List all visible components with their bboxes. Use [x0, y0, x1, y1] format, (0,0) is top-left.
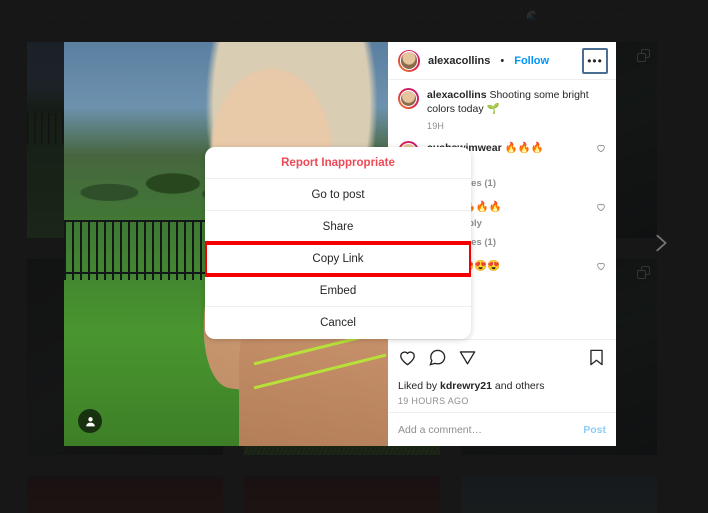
- sheet-item-report-inappropriate[interactable]: Report Inappropriate: [205, 147, 471, 179]
- next-post-arrow[interactable]: [650, 232, 672, 254]
- story-highlight-label: Alaska: [490, 11, 523, 23]
- comment-text: 🔥🔥🔥: [501, 142, 544, 155]
- save-icon[interactable]: [587, 348, 606, 372]
- likes-suffix: and others: [491, 380, 545, 392]
- sheet-item-cancel[interactable]: Cancel: [205, 307, 471, 339]
- person-icon: [85, 416, 95, 426]
- story-highlight-2[interactable]: Tokyo & B...: [225, 11, 282, 23]
- sheet-item-embed[interactable]: Embed: [205, 275, 471, 307]
- separator-dot: •: [500, 54, 505, 67]
- share-icon[interactable]: [458, 348, 477, 372]
- story-highlight-5[interactable]: Alaska 🌊: [490, 11, 539, 23]
- caption-timestamp: 19h: [427, 121, 445, 132]
- sheet-item-label: Report Inappropriate: [281, 156, 395, 169]
- story-highlight-label: Chi-town: [317, 11, 360, 23]
- sheet-item-label: Embed: [319, 284, 357, 297]
- story-highlight-3[interactable]: Chi-town: [317, 11, 359, 23]
- sheet-item-copy-link[interactable]: Copy Link: [205, 241, 471, 277]
- caption-author[interactable]: alexacollins: [427, 89, 487, 101]
- carousel-icon: [637, 266, 650, 279]
- likes-username[interactable]: kdrewry21: [440, 380, 492, 392]
- more-options-button[interactable]: •••: [582, 47, 608, 74]
- story-highlight-label: Caribbea...: [132, 11, 185, 23]
- like-comment-icon[interactable]: [596, 200, 606, 250]
- like-comment-icon[interactable]: [596, 259, 606, 290]
- like-icon[interactable]: [398, 348, 417, 372]
- story-highlight-label: Tokyo & B...: [225, 11, 283, 23]
- comment-icon[interactable]: [428, 348, 447, 372]
- grid-tile[interactable]: [244, 476, 440, 513]
- sheet-item-label: Copy Link: [312, 252, 364, 265]
- post-timestamp: 19 HOURS AGO: [398, 396, 469, 406]
- post-comment-button[interactable]: Post: [583, 424, 606, 436]
- carousel-icon: [637, 49, 650, 62]
- post-options-action-sheet: Report Inappropriate Go to post Share Copy …: [205, 147, 471, 339]
- story-highlight-label: Tortola: [408, 11, 441, 23]
- post-header: alexacollins • Follow •••: [388, 42, 616, 80]
- tagged-users-badge[interactable]: [78, 409, 102, 433]
- post-author-username[interactable]: alexacollins: [428, 55, 490, 67]
- sheet-item-label: Share: [322, 220, 354, 233]
- grid-tile[interactable]: [27, 476, 223, 513]
- likes-prefix: Liked by: [398, 380, 441, 392]
- grid-tile[interactable]: [461, 476, 657, 513]
- story-highlight-label: Fashionno...: [48, 11, 107, 23]
- story-highlight-emoji: 🏛: [614, 11, 628, 22]
- post-caption: alexacollins Shooting some bright colors…: [398, 88, 606, 132]
- sheet-item-label: Cancel: [320, 317, 356, 329]
- comment-input[interactable]: [398, 423, 576, 436]
- story-highlight-6[interactable]: Boston 🏛: [577, 11, 627, 23]
- sheet-item-go-to-post[interactable]: Go to post: [205, 179, 471, 211]
- add-comment-bar: Post: [388, 412, 616, 446]
- avatar[interactable]: [398, 88, 419, 109]
- story-highlight-0[interactable]: Fashionno...: [48, 11, 107, 23]
- likes-summary: Liked by kdrewry21 and others: [398, 380, 606, 392]
- more-options-icon: •••: [587, 53, 603, 68]
- story-highlight-emoji: 🌊: [526, 11, 539, 22]
- post-actions: Liked by kdrewry21 and others 19 HOURS A…: [388, 339, 616, 412]
- story-highlight-label: Boston: [577, 11, 611, 23]
- sheet-item-share[interactable]: Share: [205, 211, 471, 243]
- story-highlight-1[interactable]: Caribbea...: [132, 11, 184, 23]
- follow-button[interactable]: Follow: [514, 55, 549, 67]
- like-comment-icon[interactable]: [596, 141, 606, 191]
- avatar[interactable]: [398, 49, 420, 72]
- story-highlights-row: Fashionno... Caribbea... Tokyo & B... Chi-t…: [0, 0, 708, 34]
- story-highlight-4[interactable]: Tortola: [408, 11, 440, 23]
- instagram-profile-page: Fashionno... Caribbea... Tokyo & B... Chi-t…: [0, 0, 708, 513]
- sheet-item-label: Go to post: [311, 188, 365, 201]
